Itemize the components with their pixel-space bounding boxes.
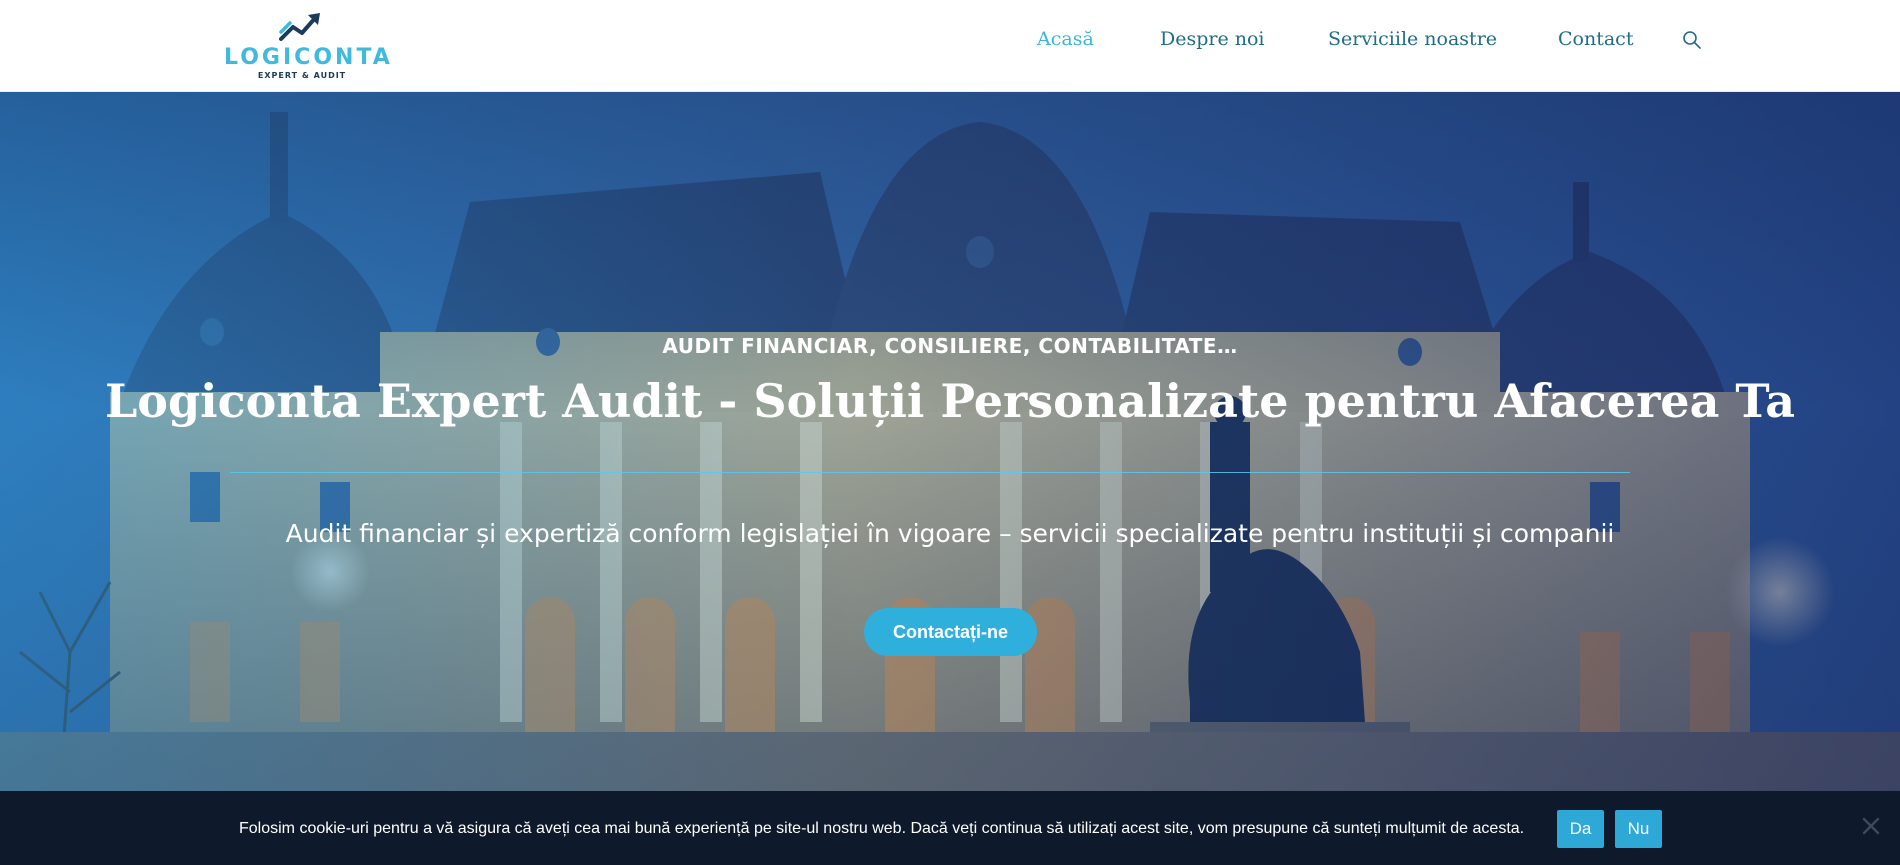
hero-section: AUDIT FINANCIAR, CONSILIERE, CONTABILITA… xyxy=(0,92,1900,792)
cookie-consent-text: Folosim cookie-uri pentru a vă asigura c… xyxy=(239,820,1525,837)
cookie-consent-bar: Folosim cookie-uri pentru a vă asigura c… xyxy=(0,791,1900,865)
cookie-accept-button[interactable]: Da xyxy=(1557,810,1604,848)
rising-chart-arrow-icon xyxy=(279,13,320,41)
hero-title: Logiconta Expert Audit - Soluții Persona… xyxy=(104,374,1796,428)
logo[interactable]: LOGICONTA EXPERT & AUDIT xyxy=(222,12,393,84)
contact-us-button[interactable]: Contactați-ne xyxy=(864,608,1037,656)
hero-overlay-shade xyxy=(0,92,1900,792)
hero-divider xyxy=(230,472,1630,473)
brand-name: LOGICONTA xyxy=(224,45,393,70)
close-icon[interactable] xyxy=(1860,815,1882,837)
site-header: LOGICONTA EXPERT & AUDIT Acasă Despre no… xyxy=(0,0,1900,92)
brand-tagline: EXPERT & AUDIT xyxy=(257,71,347,80)
search-icon[interactable] xyxy=(1682,30,1702,50)
nav-item-contact[interactable]: Contact xyxy=(1558,28,1633,50)
hero-subtitle: Audit financiar și expertiză conform leg… xyxy=(285,519,1615,548)
nav-item-serviciile-noastre[interactable]: Serviciile noastre xyxy=(1328,28,1497,50)
nav-item-acasa[interactable]: Acasă xyxy=(1037,28,1094,50)
nav-item-despre-noi[interactable]: Despre noi xyxy=(1160,28,1265,50)
cookie-decline-button[interactable]: Nu xyxy=(1615,810,1662,848)
hero-kicker: AUDIT FINANCIAR, CONSILIERE, CONTABILITA… xyxy=(662,334,1238,358)
